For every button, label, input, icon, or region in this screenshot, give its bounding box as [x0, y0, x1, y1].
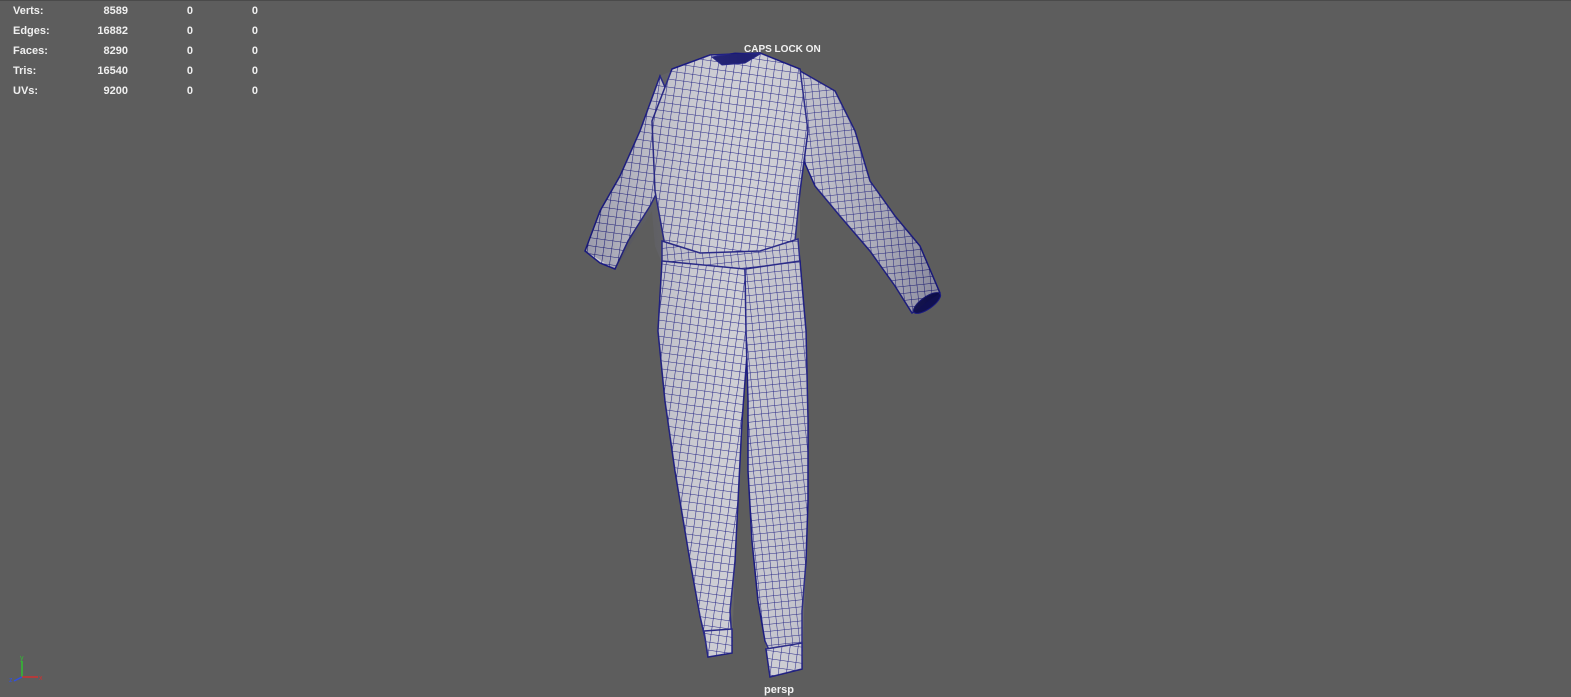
- hud-value: 8290: [103, 45, 128, 57]
- hud-label: Edges:: [13, 25, 50, 37]
- hud-value: 0: [251, 5, 258, 17]
- hud-row-verts: Verts: 8589 0 0: [13, 3, 263, 23]
- z-axis-line: [13, 676, 23, 682]
- jumpsuit-wireframe-mesh[interactable]: [0, 1, 1571, 697]
- hud-row-uvs: UVs: 9200 0 0: [13, 83, 263, 103]
- caps-lock-indicator: CAPS LOCK ON: [744, 44, 821, 55]
- hud-value: 16540: [97, 65, 128, 77]
- hud-label: Verts:: [13, 5, 44, 17]
- hud-value: 0: [186, 85, 193, 97]
- hud-value: 0: [251, 65, 258, 77]
- hud-label: Faces:: [13, 45, 48, 57]
- x-axis-label: x: [39, 675, 43, 682]
- hud-row-edges: Edges: 16882 0 0: [13, 23, 263, 43]
- hud-row-faces: Faces: 8290 0 0: [13, 43, 263, 63]
- hud-value: 8589: [103, 5, 128, 17]
- hud-value: 16882: [97, 25, 128, 37]
- hud-value: 9200: [103, 85, 128, 97]
- hud-value: 0: [186, 45, 193, 57]
- hud-label: Tris:: [13, 65, 37, 77]
- viewport-persp[interactable]: Verts: 8589 0 0 Edges: 16882 0 0 Faces: …: [0, 0, 1571, 697]
- poly-count-hud: Verts: 8589 0 0 Edges: 16882 0 0 Faces: …: [13, 3, 263, 103]
- hud-value: 0: [186, 65, 193, 77]
- hud-value: 0: [251, 25, 258, 37]
- hud-row-tris: Tris: 16540 0 0: [13, 63, 263, 83]
- y-axis-label: y: [20, 655, 24, 662]
- z-axis-label: z: [9, 677, 13, 684]
- hud-value: 0: [251, 45, 258, 57]
- hud-label: UVs:: [13, 85, 39, 97]
- hud-value: 0: [186, 25, 193, 37]
- hud-value: 0: [251, 85, 258, 97]
- camera-name-label[interactable]: persp: [764, 684, 794, 696]
- hud-value: 0: [186, 5, 193, 17]
- axis-gizmo-icon: y x z: [9, 655, 43, 684]
- mesh-shading: [585, 53, 940, 677]
